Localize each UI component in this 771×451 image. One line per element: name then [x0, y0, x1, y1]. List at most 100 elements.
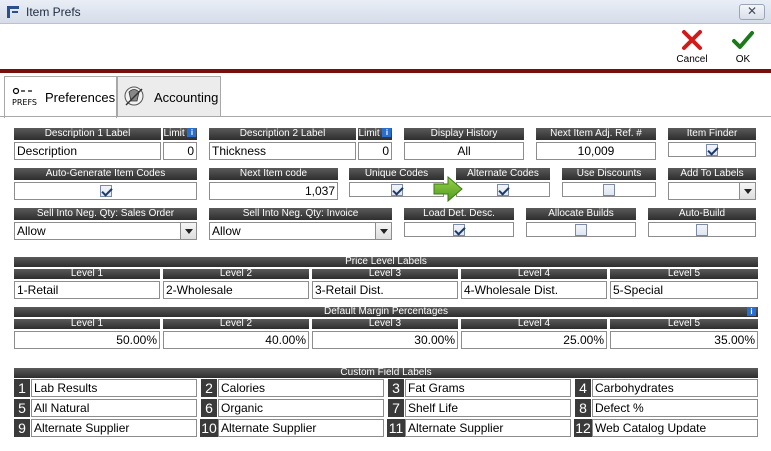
- auto-build-checkbox[interactable]: [696, 224, 708, 236]
- next-item-code-input[interactable]: 1,037: [209, 182, 338, 200]
- custom-field-input-12[interactable]: Web Catalog Update: [592, 419, 758, 437]
- price-level-input-4[interactable]: 4-Wholesale Dist.: [461, 281, 607, 299]
- info-icon[interactable]: i: [382, 128, 392, 137]
- item-finder-box: [668, 142, 756, 157]
- allocate-builds-checkbox[interactable]: [575, 224, 587, 236]
- desc2-limit-input[interactable]: 0: [358, 142, 392, 160]
- toolbar: Cancel OK: [0, 24, 771, 70]
- custom-field-number: 11: [387, 419, 405, 437]
- price-level-header-5: Level 5: [610, 269, 758, 279]
- custom-field-input-11[interactable]: Alternate Supplier: [405, 419, 571, 437]
- next-adj-input[interactable]: 10,009: [536, 142, 656, 160]
- item-finder-label: Item Finder: [668, 128, 756, 140]
- next-adj-field: Next Item Adj. Ref. # 10,009: [536, 128, 656, 160]
- next-item-code-field: Next Item code 1,037: [209, 168, 338, 200]
- custom-field-number: 10: [200, 419, 218, 437]
- alternate-codes-checkbox[interactable]: [497, 184, 509, 196]
- custom-field-input-6[interactable]: Organic: [218, 399, 384, 417]
- custom-field-number: 9: [14, 419, 30, 437]
- margin-input-5[interactable]: 35.00%: [610, 331, 758, 349]
- auto-build-field: Auto-Build: [648, 208, 756, 237]
- custom-field-input-5[interactable]: All Natural: [31, 399, 197, 417]
- margin-input-3[interactable]: 30.00%: [312, 331, 458, 349]
- tab-preferences-label: Preferences: [45, 90, 116, 105]
- load-det-desc-checkbox[interactable]: [453, 224, 465, 236]
- sell-neg-so-value: Allow: [17, 224, 46, 238]
- price-level-header-3: Level 3: [312, 269, 458, 279]
- custom-field-number: 12: [574, 419, 592, 437]
- item-finder-checkbox[interactable]: [706, 144, 718, 156]
- custom-field-number: 3: [388, 379, 404, 397]
- desc2-input[interactable]: Thickness: [209, 142, 356, 160]
- desc2-limit-label: Limit: [358, 128, 380, 139]
- cancel-label: Cancel: [676, 54, 708, 65]
- custom-field-number: 6: [201, 399, 217, 417]
- price-level-input-2[interactable]: 2-Wholesale: [163, 281, 309, 299]
- alternate-codes-label: Alternate Codes: [456, 168, 550, 180]
- desc1-limit-input[interactable]: 0: [163, 142, 197, 160]
- custom-field-input-10[interactable]: Alternate Supplier: [218, 419, 384, 437]
- price-level-input-5[interactable]: 5-Special: [610, 281, 758, 299]
- add-to-labels-select[interactable]: [668, 182, 756, 200]
- use-discounts-checkbox[interactable]: [603, 184, 615, 196]
- tab-underline: [0, 116, 771, 117]
- unique-codes-box: [349, 182, 444, 197]
- price-level-input-1[interactable]: 1-Retail: [14, 281, 160, 299]
- ok-button[interactable]: OK: [723, 28, 763, 68]
- auto-gen-checkbox[interactable]: [99, 185, 112, 197]
- custom-field-input-7[interactable]: Shelf Life: [405, 399, 571, 417]
- margin-header-2: Level 2: [163, 319, 309, 329]
- auto-gen-field: Auto-Generate Item Codes: [14, 168, 197, 200]
- chevron-down-icon[interactable]: [739, 183, 755, 199]
- margin-input-1[interactable]: 50.00%: [14, 331, 160, 349]
- price-level-header-4: Level 4: [461, 269, 607, 279]
- custom-field-input-1[interactable]: Lab Results: [31, 379, 197, 397]
- display-history-field: Display History All: [404, 128, 524, 160]
- allocate-builds-field: Allocate Builds: [526, 208, 636, 237]
- info-icon[interactable]: i: [747, 307, 756, 316]
- custom-field-input-8[interactable]: Defect %: [592, 399, 758, 417]
- custom-field-input-3[interactable]: Fat Grams: [405, 379, 571, 397]
- load-det-desc-field: Load Det. Desc.: [404, 208, 514, 237]
- green-arrow-icon: [433, 175, 463, 203]
- custom-field-input-9[interactable]: Alternate Supplier: [31, 419, 197, 437]
- chevron-down-icon[interactable]: [180, 223, 196, 239]
- margin-header-1: Level 1: [14, 319, 160, 329]
- desc1-label: Description 1 Label: [14, 128, 161, 140]
- custom-field-input-4[interactable]: Carbohydrates: [592, 379, 758, 397]
- price-level-header-2: Level 2: [163, 269, 309, 279]
- sell-neg-inv-select[interactable]: Allow: [209, 222, 392, 240]
- close-button[interactable]: ✕: [739, 4, 765, 20]
- allocate-builds-box: [526, 222, 636, 237]
- sell-neg-so-select[interactable]: Allow: [14, 222, 197, 240]
- sell-neg-so-field: Sell Into Neg. Qty: Sales Order Allow: [14, 208, 197, 240]
- alternate-codes-field: Alternate Codes: [456, 168, 550, 197]
- tab-accounting[interactable]: Accounting: [117, 76, 221, 116]
- cancel-button[interactable]: Cancel: [672, 28, 712, 68]
- margin-input-2[interactable]: 40.00%: [163, 331, 309, 349]
- sell-neg-inv-field: Sell Into Neg. Qty: Invoice Allow: [209, 208, 392, 240]
- tab-accounting-label: Accounting: [154, 90, 219, 105]
- info-icon[interactable]: i: [187, 128, 197, 137]
- unique-codes-label: Unique Codes: [349, 168, 444, 180]
- display-history-input[interactable]: All: [404, 142, 524, 160]
- desc2-limit-field: Limit i 0: [358, 128, 392, 160]
- chevron-down-icon[interactable]: [375, 223, 391, 239]
- unique-codes-checkbox[interactable]: [390, 184, 403, 196]
- sell-neg-inv-value: Allow: [212, 224, 241, 238]
- ok-label: OK: [735, 54, 751, 65]
- custom-field-number: 2: [201, 379, 217, 397]
- margin-input-4[interactable]: 25.00%: [461, 331, 607, 349]
- price-level-input-3[interactable]: 3-Retail Dist.: [312, 281, 458, 299]
- desc2-field: Description 2 Label Thickness: [209, 128, 356, 160]
- add-to-labels-label: Add To Labels: [668, 168, 756, 180]
- desc1-limit-field: Limit i 0: [163, 128, 197, 160]
- load-det-desc-label: Load Det. Desc.: [404, 208, 514, 220]
- desc1-input[interactable]: Description: [14, 142, 161, 160]
- custom-field-input-2[interactable]: Calories: [218, 379, 384, 397]
- tab-preferences[interactable]: PREFS Preferences: [4, 76, 117, 118]
- item-finder-field: Item Finder: [668, 128, 756, 157]
- margins-title: Default Margin Percentages: [324, 306, 448, 317]
- custom-field-number: 8: [575, 399, 591, 417]
- custom-fields-title: Custom Field Labels: [14, 368, 758, 378]
